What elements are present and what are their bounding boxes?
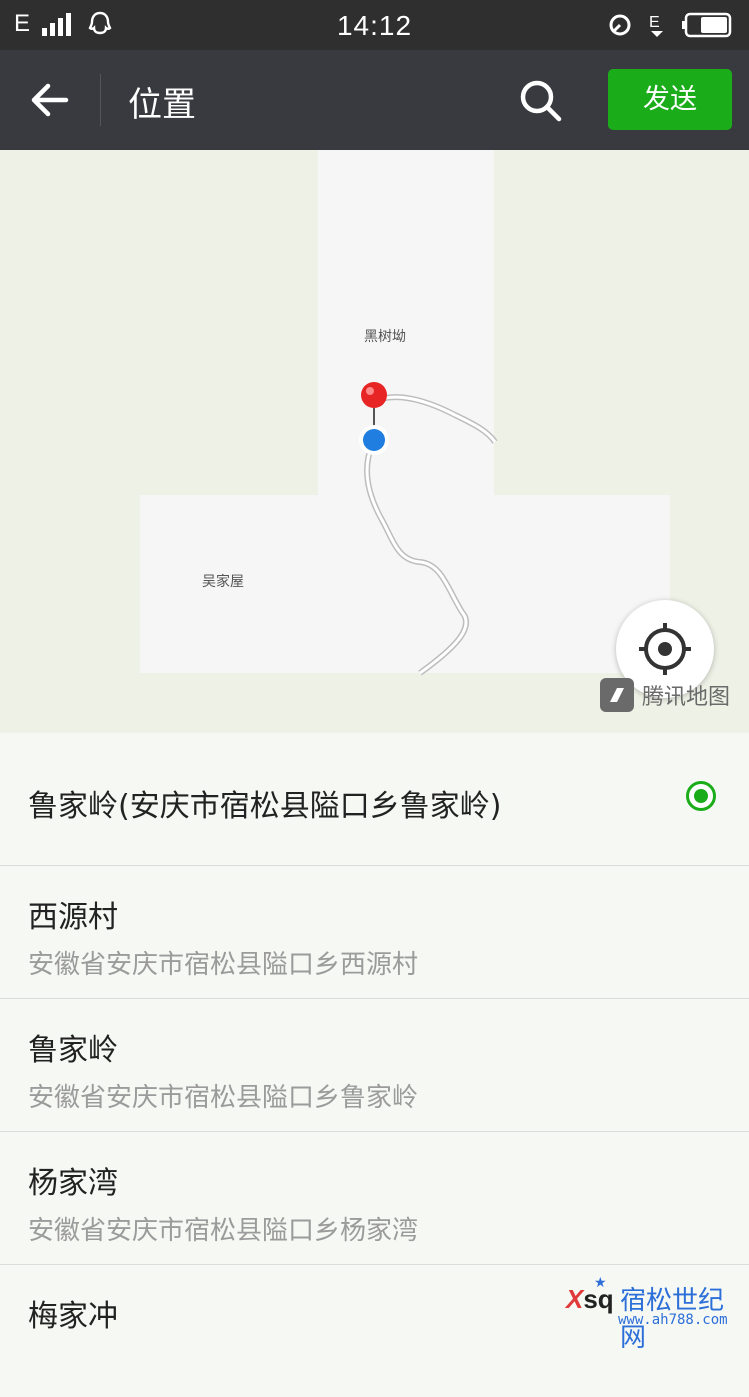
map-label-wujiawu: 吴家屋 — [202, 574, 244, 590]
status-bar: E 14:12 E — [0, 0, 749, 50]
svg-text:E: E — [649, 14, 660, 31]
location-item[interactable]: 鲁家岭 安徽省安庆市宿松县隘口乡鲁家岭 — [0, 999, 749, 1132]
status-right: E — [607, 11, 733, 39]
location-name: 鲁家岭 — [28, 1033, 118, 1068]
star-icon: ★ — [594, 1275, 607, 1291]
location-item[interactable]: 杨家湾 安徽省安庆市宿松县隘口乡杨家湾 — [0, 1132, 749, 1265]
location-address: 安徽省安庆市宿松县隘口乡西源村 — [28, 950, 419, 980]
title-divider — [100, 74, 101, 126]
map-label-heishuao: 黑树坳 — [364, 329, 406, 345]
selected-location-name: 鲁家岭(安庆市宿松县隘口乡鲁家岭) — [28, 789, 502, 824]
back-arrow-icon — [31, 83, 69, 117]
top-bar: 位置 发送 — [0, 50, 749, 150]
location-name: 杨家湾 — [28, 1166, 118, 1201]
battery-icon — [682, 12, 732, 38]
location-name: 梅家冲 — [28, 1299, 118, 1334]
location-name: 西源村 — [28, 900, 118, 935]
map-view[interactable]: 黑树坳 吴家屋 腾讯地图 — [0, 150, 749, 733]
map-provider-name: 腾讯地图 — [642, 685, 731, 710]
search-icon — [520, 80, 562, 122]
send-button[interactable]: 发送 — [608, 69, 732, 130]
selected-radio-icon[interactable] — [686, 781, 716, 811]
search-button[interactable] — [518, 78, 564, 124]
back-button[interactable] — [28, 78, 74, 122]
site-watermark: Xsq ★ 宿松世纪网 www.ah788.com — [566, 1275, 749, 1353]
location-address: 安徽省安庆市宿松县隘口乡鲁家岭 — [28, 1083, 419, 1113]
location-item[interactable]: 西源村 安徽省安庆市宿松县隘口乡西源村 — [0, 866, 749, 999]
location-item-selected[interactable]: 鲁家岭(安庆市宿松县隘口乡鲁家岭) — [0, 733, 749, 866]
compass-icon — [600, 678, 634, 712]
map-provider-logo: 腾讯地图 — [600, 678, 730, 712]
data-transfer-icon: E — [649, 14, 663, 37]
sync-icon — [609, 14, 631, 36]
page-title: 位置 — [128, 85, 196, 125]
location-address: 安徽省安庆市宿松县隘口乡杨家湾 — [28, 1216, 419, 1246]
watermark-url: www.ah788.com — [618, 1312, 728, 1328]
